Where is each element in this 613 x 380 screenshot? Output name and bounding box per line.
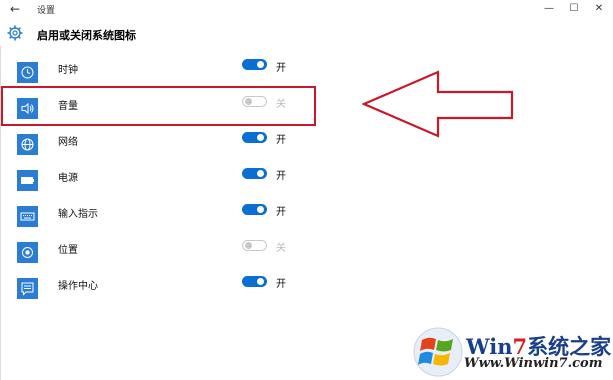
annotation-highlight-box: [1, 86, 316, 126]
network-icon: [17, 134, 38, 155]
battery-icon: [17, 170, 38, 191]
setting-row-input-indicator: 输入指示 开: [0, 203, 300, 237]
setting-label: 时钟: [58, 65, 78, 76]
maximize-button[interactable]: ☐: [563, 1, 585, 17]
setting-label: 位置: [58, 245, 78, 256]
watermark-url: Www.Winwin7.com: [464, 356, 603, 371]
page-title: 启用或关闭系统图标: [37, 29, 136, 42]
toggle-switch-power[interactable]: [242, 168, 267, 179]
clock-icon: [17, 62, 38, 83]
toggle-state-text: 开: [276, 135, 286, 146]
minimize-button[interactable]: —: [538, 1, 560, 17]
toggle-state-text: 开: [276, 279, 286, 290]
toggle-state-text: 关: [276, 243, 286, 254]
back-button[interactable]: ←: [6, 1, 24, 17]
annotation-arrow-icon: [362, 70, 514, 138]
setting-row-location: 位置 关: [0, 239, 300, 273]
toggle-switch-input-indicator[interactable]: [242, 204, 267, 215]
toggle-switch-location[interactable]: [242, 240, 267, 251]
toggle-state-text: 开: [276, 207, 286, 218]
setting-label: 输入指示: [58, 209, 98, 220]
page-header: 启用或关闭系统图标: [0, 22, 613, 46]
title-bar: ← 设置 — ☐ ✕: [0, 0, 613, 18]
setting-row-action-center: 操作中心 开: [0, 275, 300, 309]
window-title: 设置: [37, 6, 56, 16]
toggle-switch-clock[interactable]: [242, 59, 267, 70]
keyboard-icon: [17, 206, 38, 227]
gear-icon: [7, 25, 23, 41]
toggle-switch-action-center[interactable]: [242, 276, 267, 287]
toggle-switch-network[interactable]: [242, 132, 267, 143]
setting-label: 电源: [58, 173, 78, 184]
action-center-icon: [17, 278, 38, 299]
setting-label: 操作中心: [58, 281, 98, 292]
close-button[interactable]: ✕: [588, 1, 610, 17]
toggle-state-text: 开: [276, 63, 286, 74]
toggle-state-text: 开: [276, 171, 286, 182]
setting-row-network: 网络 开: [0, 131, 300, 165]
setting-row-power: 电源 开: [0, 167, 300, 201]
windows-logo-icon: [413, 327, 463, 377]
setting-label: 网络: [58, 137, 78, 148]
location-icon: [17, 242, 38, 263]
